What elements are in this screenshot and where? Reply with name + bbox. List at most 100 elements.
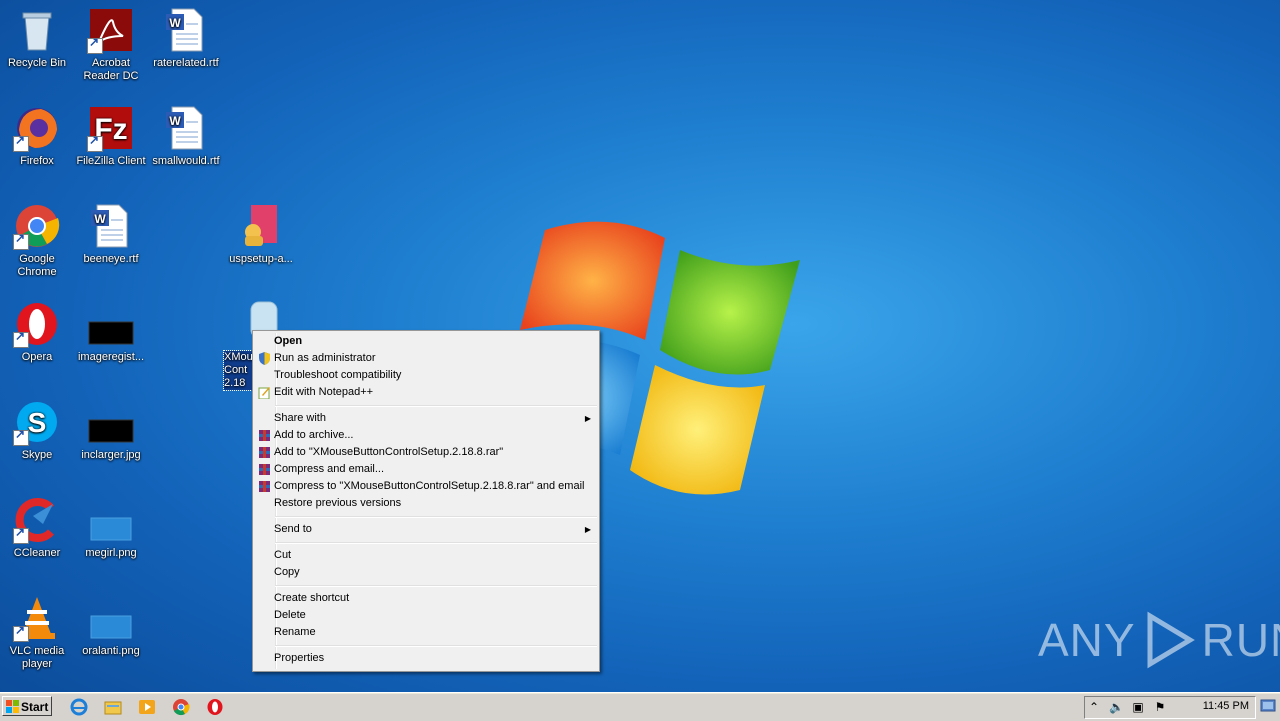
desktop-icon-label: Skype [21,449,53,461]
menu-item-edit-notepadpp[interactable]: Edit with Notepad++ [255,384,597,401]
menu-item-add-to-archive[interactable]: Add to archive... [255,427,597,444]
desktop-icon-opera[interactable]: Opera [0,300,74,364]
desktop-icon-smallwould[interactable]: W smallwould.rtf [149,104,223,168]
desktop-icon-recycle-bin[interactable]: Recycle Bin [0,6,74,70]
menu-item-compress-to-rar-email[interactable]: Compress to "XMouseButtonControlSetup.2.… [255,478,597,495]
desktop-icon-label: raterelated.rtf [153,57,219,69]
menu-item-create-shortcut[interactable]: Create shortcut [255,590,597,607]
menu-item-share-with[interactable]: Share with ▶ [255,410,597,427]
show-hidden-icons-chevron-icon[interactable]: ⌃ [1087,700,1101,714]
menu-separator [275,405,597,407]
desktop-icon-label: VLC media player [9,645,65,670]
desktop-icon-firefox[interactable]: Firefox [0,104,74,168]
winrar-icon [259,481,270,492]
menu-item-open[interactable]: Open [255,333,597,350]
svg-text:W: W [169,16,181,30]
menu-item-compress-email[interactable]: Compress and email... [255,461,597,478]
uac-shield-icon [259,352,270,365]
menu-item-add-to-rar[interactable]: Add to "XMouseButtonControlSetup.2.18.8.… [255,444,597,461]
shortcut-arrow-icon [13,134,29,152]
menu-separator [275,585,597,587]
menu-separator [275,645,597,647]
acrobat-icon [87,6,135,54]
word-doc-icon: W [162,6,210,54]
desktop-icon-beeneye[interactable]: W beeneye.rtf [74,202,148,266]
desktop-icon-chrome[interactable]: Google Chrome [0,202,74,279]
winrar-icon [259,464,270,475]
show-desktop-icon[interactable] [1260,697,1276,715]
desktop-icon-label: smallwould.rtf [152,155,220,167]
explorer-icon[interactable] [104,698,122,716]
word-doc-icon: W [162,104,210,152]
menu-item-troubleshoot[interactable]: Troubleshoot compatibility [255,367,597,384]
shortcut-arrow-icon [13,330,29,348]
menu-item-label: Restore previous versions [274,497,402,509]
menu-item-label: Cut [274,549,292,561]
menu-item-properties[interactable]: Properties [255,650,597,667]
menu-item-run-as-admin[interactable]: Run as administrator [255,350,597,367]
volume-icon[interactable]: 🔈 [1109,700,1124,714]
menu-item-label: Compress to "XMouseButtonControlSetup.2.… [274,480,585,492]
vlc-icon [13,594,61,642]
clock[interactable]: 11:45 PM [1203,700,1249,712]
opera-icon [13,300,61,348]
firefox-icon [13,104,61,152]
desktop-icon-megirl[interactable]: megirl.png [74,496,148,560]
chrome-icon[interactable] [172,698,190,716]
menu-item-label: Troubleshoot compatibility [274,369,402,381]
ie-icon[interactable] [70,698,88,716]
image-thumb-icon [87,594,135,642]
desktop-icon-uspsetup[interactable]: uspsetup-a... [224,202,298,266]
svg-text:S: S [28,407,47,438]
menu-item-rename[interactable]: Rename [255,624,597,641]
desktop-icon-label: uspsetup-a... [229,253,293,265]
desktop-icon-filezilla[interactable]: Fz FileZilla Client [74,104,148,168]
desktop-icon-label: Opera [21,351,53,363]
shortcut-arrow-icon [13,526,29,544]
desktop-icon-inclarger[interactable]: inclarger.jpg [74,398,148,462]
desktop-icon-vlc[interactable]: VLC media player [0,594,74,671]
network-icon[interactable]: ▣ [1131,700,1145,714]
menu-item-send-to[interactable]: Send to ▶ [255,521,597,538]
desktop-icon-label: oralanti.png [82,645,140,657]
menu-item-copy[interactable]: Copy [255,564,597,581]
desktop-icon-label: Google Chrome [17,253,57,278]
desktop-icon-label: imageregist... [77,351,145,363]
desktop-icon-label: beeneye.rtf [83,253,139,265]
taskbar: Start ⌃ 🔈 ▣ ⚑ 11:45 PM [0,692,1280,721]
winrar-icon [259,430,270,441]
menu-item-cut[interactable]: Cut [255,547,597,564]
menu-separator [275,542,597,544]
image-thumb-icon [87,398,135,446]
desktop-icon-acrobat[interactable]: Acrobat Reader DC [74,6,148,83]
opera-icon[interactable] [206,698,224,716]
menu-item-label: Compress and email... [274,463,385,475]
menu-item-delete[interactable]: Delete [255,607,597,624]
menu-item-label: Send to [274,523,312,535]
desktop-icon-label: Acrobat Reader DC [83,57,139,82]
desktop-icon-label: Firefox [20,155,54,167]
play-icon [1147,611,1195,669]
media-player-icon[interactable] [138,698,156,716]
desktop-icon-raterelated[interactable]: W raterelated.rtf [149,6,223,70]
menu-item-label: Add to "XMouseButtonControlSetup.2.18.8.… [274,446,504,458]
skype-icon: S [13,398,61,446]
shortcut-arrow-icon [13,624,29,642]
desktop-icon-oralanti[interactable]: oralanti.png [74,594,148,658]
filezilla-icon: Fz [87,104,135,152]
desktop-icon-imageregist[interactable]: imageregist... [74,300,148,364]
start-button[interactable]: Start [2,696,52,716]
action-center-flag-icon[interactable]: ⚑ [1153,700,1167,714]
recycle-bin-icon [13,6,61,54]
shortcut-arrow-icon [87,134,103,152]
desktop-icon-label: megirl.png [85,547,137,559]
desktop-icon-ccleaner[interactable]: CCleaner [0,496,74,560]
watermark-text-run: RUN [1201,614,1280,666]
windows-flag-icon [6,700,19,713]
submenu-arrow-icon: ▶ [584,414,591,423]
menu-item-label: Edit with Notepad++ [274,386,374,398]
desktop-icon-skype[interactable]: S Skype [0,398,74,462]
menu-item-label: Create shortcut [274,592,350,604]
menu-item-restore-versions[interactable]: Restore previous versions [255,495,597,512]
ccleaner-icon [13,496,61,544]
